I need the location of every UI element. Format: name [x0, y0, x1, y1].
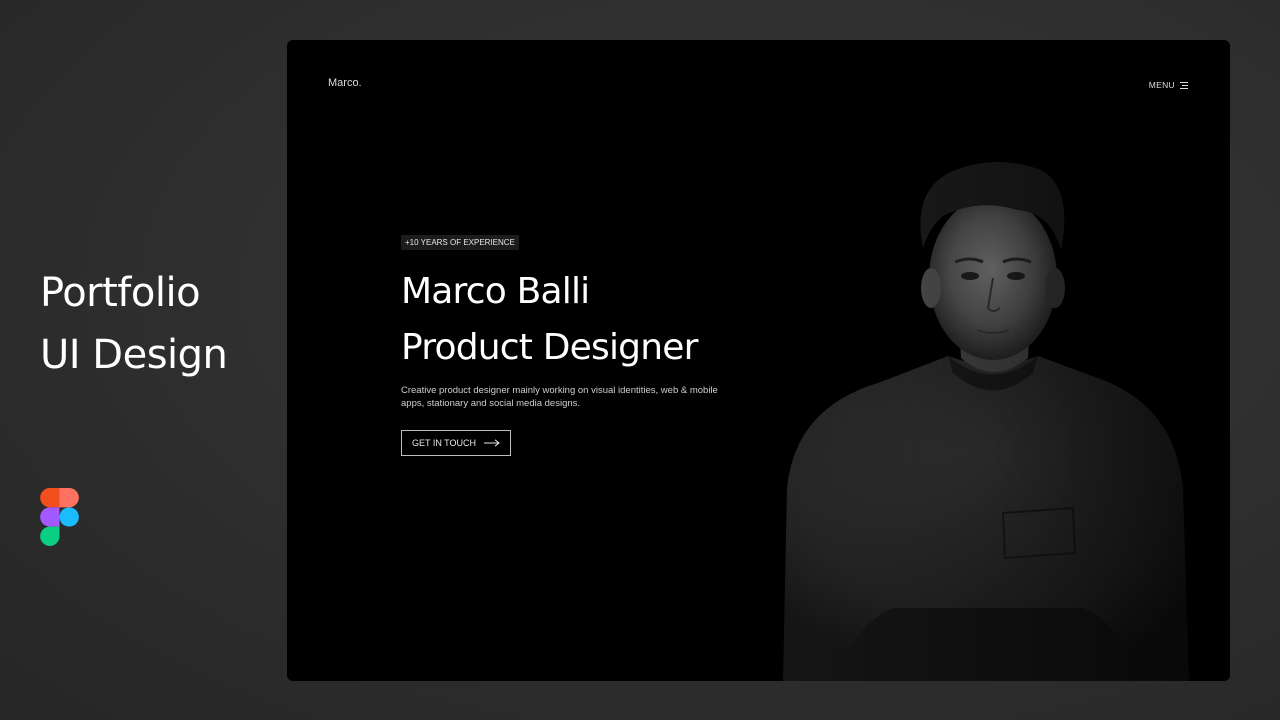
menu-button[interactable]: MENU	[1149, 80, 1188, 90]
hero-description: Creative product designer mainly working…	[401, 385, 718, 409]
presentation-title-line-1: Portfolio	[40, 270, 201, 316]
hero-headline: Marco Balli Product Designer	[401, 264, 698, 376]
hero-role: Product Designer	[401, 327, 698, 368]
brand-logo[interactable]: Marco.	[328, 77, 362, 89]
website-mockup: Marco. MENU +10 YEARS OF EXPERIENCE Marc…	[287, 40, 1230, 681]
designer-portrait-photo	[783, 158, 1193, 681]
hamburger-icon	[1180, 81, 1188, 89]
arrow-right-icon	[484, 439, 500, 447]
cta-label: GET IN TOUCH	[411, 438, 476, 448]
experience-badge: +10 YEARS OF EXPERIENCE	[401, 235, 519, 250]
presentation-title: Portfolio UI Design	[40, 262, 228, 386]
presentation-title-line-2: UI Design	[40, 332, 228, 378]
get-in-touch-button[interactable]: GET IN TOUCH	[401, 430, 511, 456]
hero-name: Marco Balli	[401, 271, 590, 312]
figma-logo-icon	[40, 488, 79, 546]
menu-label: MENU	[1148, 80, 1175, 90]
